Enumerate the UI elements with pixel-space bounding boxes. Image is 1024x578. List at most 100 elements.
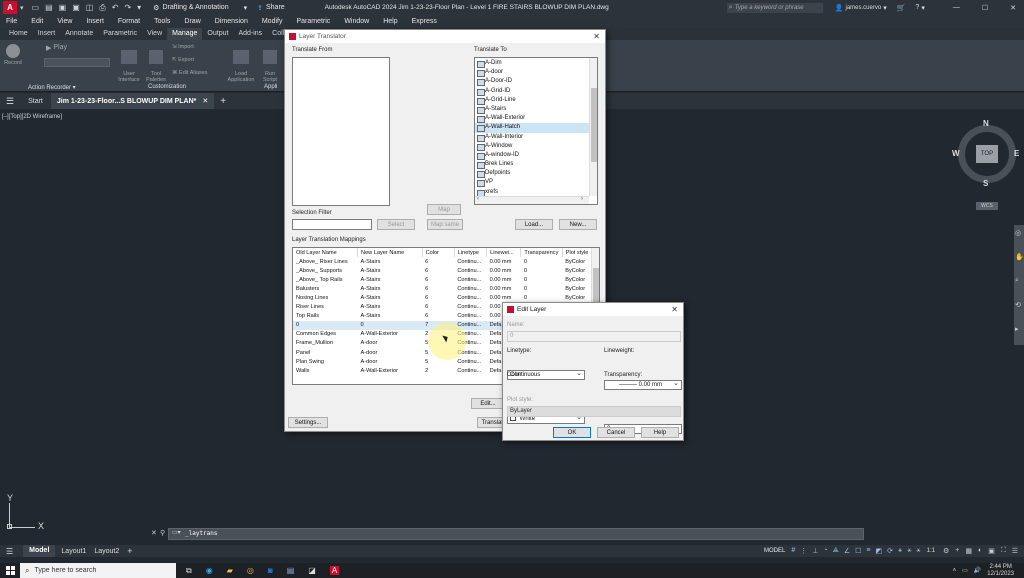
menu-window[interactable]: Window bbox=[344, 18, 369, 25]
lineweight-icon[interactable]: ≡ bbox=[866, 547, 870, 555]
tab-manage[interactable]: Manage bbox=[167, 28, 203, 40]
menu-format[interactable]: Format bbox=[118, 18, 140, 25]
translate-to-hscrollbar[interactable]: ‹ › bbox=[475, 196, 589, 204]
applications-panel-label[interactable]: Appli bbox=[264, 84, 277, 90]
layer-translator-titlebar[interactable]: Layer Translator ✕ bbox=[285, 30, 605, 43]
tab-start[interactable]: Start bbox=[28, 98, 43, 105]
mapping-row[interactable]: _Above_ Supports A-Stairs 6 Continu... 0.00 … bbox=[293, 266, 593, 275]
saveas-icon[interactable]: ▣ bbox=[72, 3, 80, 13]
action-recorder-panel-label[interactable]: Action Recorder ▾ bbox=[28, 84, 76, 91]
hardware-acceleration-icon[interactable]: ▣ bbox=[988, 547, 995, 555]
tab-model[interactable]: Model bbox=[23, 545, 56, 557]
task-view-icon[interactable]: ⧉ bbox=[186, 566, 192, 576]
map-button[interactable]: Map bbox=[427, 204, 461, 215]
layer-item[interactable]: A-Wall-Interior bbox=[475, 133, 597, 142]
osnap-icon[interactable]: ☐ bbox=[855, 547, 861, 555]
tab-home[interactable]: Home bbox=[4, 28, 33, 40]
isodraft-icon[interactable]: ⟁ bbox=[833, 547, 839, 555]
open-icon[interactable]: ▤ bbox=[45, 3, 53, 13]
cancel-button[interactable]: Cancel bbox=[597, 427, 635, 438]
command-input[interactable]: _laytrans bbox=[185, 530, 218, 537]
steering-wheel-icon[interactable]: ◎ bbox=[1015, 229, 1021, 237]
selection-cycling-icon[interactable]: ⟳ bbox=[887, 547, 893, 555]
wcs-menu[interactable]: WCS bbox=[976, 202, 998, 210]
menu-view[interactable]: View bbox=[57, 18, 72, 25]
menu-modify[interactable]: Modify bbox=[262, 18, 283, 25]
layer-item[interactable]: A-Window bbox=[475, 142, 597, 151]
edge-icon[interactable]: ◉ bbox=[206, 566, 213, 575]
customize-icon[interactable]: ☰ bbox=[1012, 547, 1018, 555]
qat-more-icon[interactable]: ▾ bbox=[137, 3, 141, 13]
layer-item[interactable]: A-Wall-Exterior bbox=[475, 114, 597, 124]
translate-to-vscrollbar[interactable] bbox=[589, 58, 597, 196]
tab-output[interactable]: Output bbox=[202, 28, 233, 40]
outlook-icon[interactable]: ◙ bbox=[268, 566, 273, 575]
plot-style-field[interactable]: ByLayer bbox=[507, 406, 681, 417]
run-script-button[interactable]: Run Script bbox=[258, 44, 282, 83]
record-button[interactable]: Record bbox=[3, 44, 23, 78]
viewcube-west[interactable]: W bbox=[952, 149, 960, 158]
osnap-tracking-icon[interactable]: ∠ bbox=[844, 547, 850, 555]
start-button[interactable] bbox=[0, 563, 20, 578]
col-new-layer[interactable]: New Layer Name bbox=[357, 248, 423, 258]
close-icon[interactable]: ✕ bbox=[671, 305, 678, 314]
autocad-logo[interactable]: A bbox=[3, 1, 17, 14]
units-icon[interactable]: ▦ bbox=[965, 547, 972, 555]
lineweight-select[interactable]: ——— 0.00 mm bbox=[604, 379, 682, 390]
layer-item[interactable]: A-Grid-Line bbox=[475, 96, 597, 105]
layouts-menu-icon[interactable]: ☰ bbox=[6, 547, 13, 556]
viewcube[interactable]: TOP N S W E bbox=[952, 119, 1020, 188]
col-transparency[interactable]: Transparency bbox=[520, 248, 563, 258]
hamburger-menu-icon[interactable]: ☰ bbox=[6, 96, 14, 107]
customization-panel-label[interactable]: Customization bbox=[148, 84, 186, 90]
volume-icon[interactable]: 🔊 bbox=[974, 567, 981, 574]
autoscale-icon[interactable]: ⚹ bbox=[916, 547, 920, 555]
tab-insert[interactable]: Insert bbox=[33, 28, 61, 40]
menu-express[interactable]: Express bbox=[412, 18, 437, 25]
close-icon[interactable]: ✕ bbox=[593, 32, 600, 41]
col-old-layer[interactable]: Old Layer Name bbox=[293, 248, 359, 258]
redo-icon[interactable]: ↷ bbox=[124, 3, 131, 13]
web-icon[interactable]: ◫ bbox=[86, 3, 94, 13]
network-icon[interactable]: ▭ bbox=[962, 567, 968, 574]
play-button[interactable]: ▶ Play bbox=[46, 44, 67, 52]
workspace-switcher[interactable]: ⚙ Drafting & Annotation ▾ bbox=[153, 4, 247, 12]
chevron-down-icon[interactable]: ▾ bbox=[921, 4, 925, 12]
settings-button[interactable]: Settings... bbox=[288, 417, 328, 428]
edit-aliases-button[interactable]: ⌘ Edit Aliases bbox=[172, 70, 207, 76]
layer-item[interactable]: Defpoints bbox=[475, 169, 597, 179]
undo-icon[interactable]: ↶ bbox=[112, 3, 119, 13]
tab-addins[interactable]: Add-ins bbox=[233, 28, 267, 40]
new-tab-icon[interactable]: + bbox=[220, 96, 226, 107]
user-menu[interactable]: 👤 james.cuervo ▾ bbox=[835, 4, 887, 12]
translate-to-list[interactable]: A-Dim A-door A-Door-ID A-Grid-ID A-Grid-… bbox=[474, 57, 598, 205]
viewcube-south[interactable]: S bbox=[983, 179, 988, 188]
add-layout-icon[interactable]: + bbox=[127, 546, 132, 556]
image-app-icon[interactable]: ◪ bbox=[308, 566, 316, 575]
translate-from-list[interactable] bbox=[292, 57, 390, 206]
close-tab-icon[interactable]: ✕ bbox=[202, 97, 208, 105]
autocad-taskbar-icon[interactable]: A bbox=[329, 566, 340, 575]
app-menu-chevron-icon[interactable]: ▾ bbox=[20, 4, 24, 12]
close-icon[interactable]: ✕ bbox=[1010, 4, 1016, 12]
col-lineweight[interactable]: Linewei... bbox=[486, 248, 522, 258]
layer-item[interactable]: A-Grid-ID bbox=[475, 87, 597, 96]
print-icon[interactable]: ⎙ bbox=[99, 3, 105, 13]
tab-parametric[interactable]: Parametric bbox=[98, 28, 142, 40]
layer-item[interactable]: VP bbox=[475, 178, 597, 188]
viewcube-east[interactable]: E bbox=[1014, 149, 1019, 158]
scrollbar-thumb[interactable] bbox=[591, 88, 597, 162]
scale-dropdown[interactable]: 1:1 bbox=[927, 548, 935, 554]
grid-icon[interactable]: # bbox=[791, 547, 795, 555]
tool-palettes-button[interactable]: Tool Palettes bbox=[144, 44, 168, 83]
menu-edit[interactable]: Edit bbox=[31, 18, 43, 25]
viewcube-top-face[interactable]: TOP bbox=[976, 145, 998, 163]
layer-item[interactable]: A-Dim bbox=[475, 59, 597, 69]
help-button[interactable]: Help bbox=[641, 427, 679, 438]
snap-icon[interactable]: ⋮ bbox=[800, 547, 807, 555]
menu-parametric[interactable]: Parametric bbox=[296, 18, 330, 25]
new-icon[interactable]: ▭ bbox=[32, 3, 40, 13]
clock[interactable]: 2:44 PM 12/1/2023 bbox=[987, 564, 1014, 578]
map-same-button[interactable]: Map same bbox=[427, 219, 463, 230]
scroll-left-icon[interactable]: ‹ bbox=[477, 196, 479, 202]
